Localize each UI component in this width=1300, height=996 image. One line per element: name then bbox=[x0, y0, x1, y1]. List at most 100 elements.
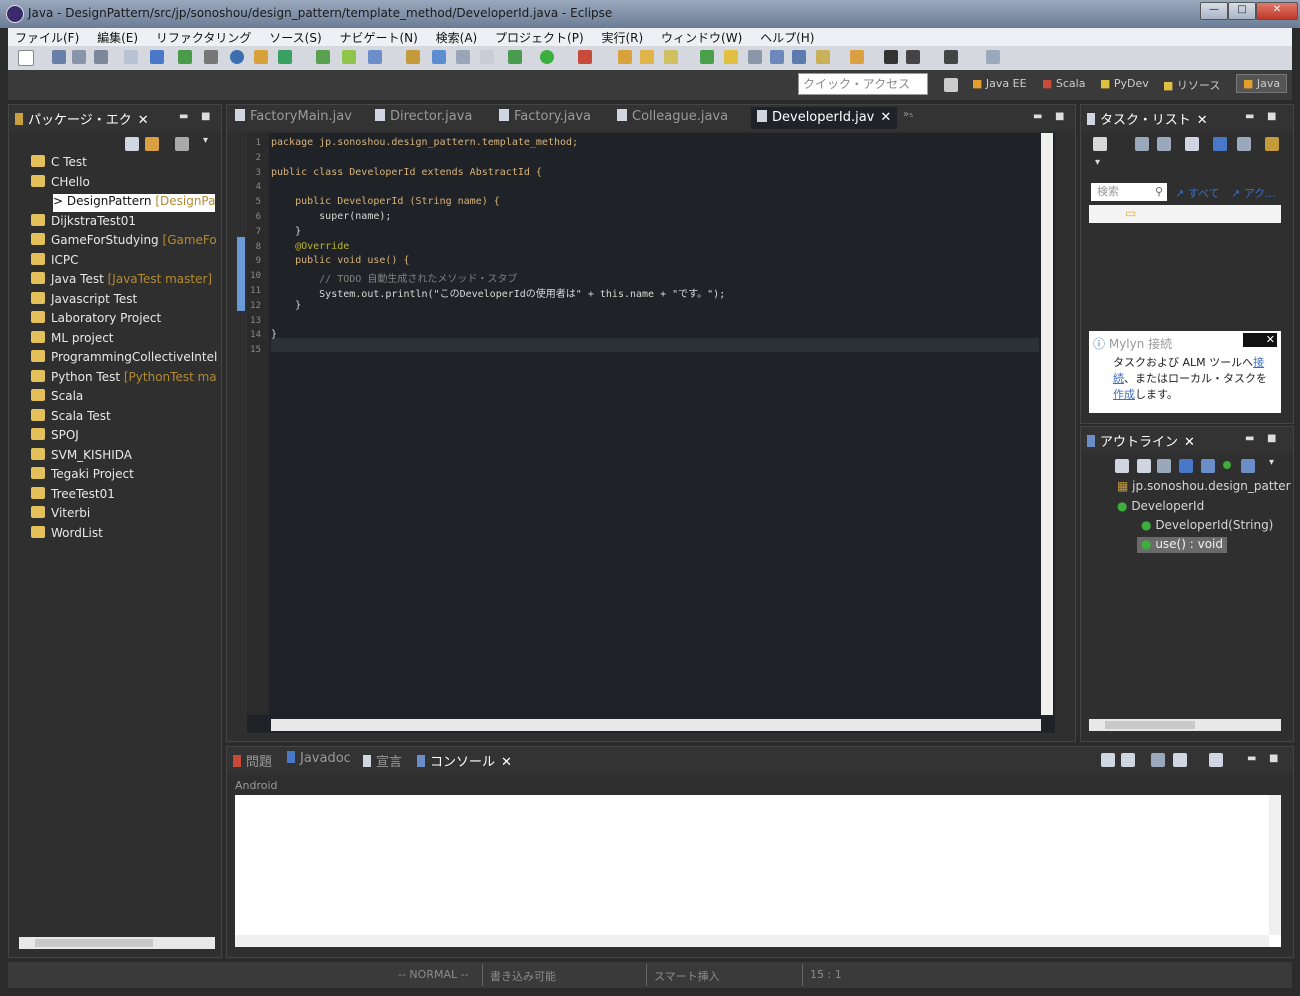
close-icon[interactable]: ✕ bbox=[501, 755, 512, 770]
code-line[interactable]: @Override bbox=[271, 241, 349, 252]
maximize-icon[interactable]: ■ bbox=[1269, 753, 1278, 764]
collapse-all-icon[interactable] bbox=[1115, 459, 1129, 473]
package-icon[interactable] bbox=[316, 50, 330, 64]
display-console-icon[interactable] bbox=[1173, 753, 1187, 767]
filter-active-link[interactable]: ↗ アク... bbox=[1231, 185, 1276, 201]
collapse-all-icon[interactable] bbox=[125, 137, 139, 151]
tab-factorymain[interactable]: FactoryMain.jav bbox=[235, 109, 352, 129]
perspective-scala[interactable]: ■ Scala bbox=[1042, 77, 1085, 90]
categorize-icon[interactable] bbox=[1135, 137, 1149, 151]
code-line[interactable]: } bbox=[271, 300, 301, 311]
outline-package[interactable]: ▦ jp.sonoshou.design_patter bbox=[1117, 479, 1291, 493]
tab-console[interactable]: コンソール ✕ bbox=[417, 751, 512, 771]
tab-task-list[interactable]: タスク・リスト ✕ bbox=[1087, 109, 1208, 129]
menu-help[interactable]: ヘルプ(H) bbox=[753, 28, 821, 47]
hscroll-thumb[interactable] bbox=[1105, 721, 1195, 729]
project-item[interactable]: DijkstraTest01 bbox=[31, 213, 136, 232]
open-folder-icon[interactable] bbox=[640, 50, 654, 64]
console-output[interactable] bbox=[235, 795, 1281, 947]
back-icon[interactable] bbox=[906, 50, 920, 64]
menu-navigate[interactable]: ナビゲート(N) bbox=[332, 28, 424, 47]
build-icon[interactable] bbox=[124, 50, 138, 64]
split-icon[interactable] bbox=[792, 50, 806, 64]
tab-developerid[interactable]: DeveloperId.jav ✕ bbox=[751, 107, 898, 129]
refresh-icon[interactable] bbox=[278, 50, 292, 64]
project-item[interactable]: Laboratory Project bbox=[31, 311, 161, 329]
task-list-row[interactable]: ▭ bbox=[1089, 205, 1281, 223]
view-menu-icon[interactable] bbox=[1265, 137, 1279, 151]
external-tools-icon[interactable] bbox=[578, 50, 592, 64]
maximize-button[interactable]: □ bbox=[1228, 2, 1256, 20]
menu-refactor[interactable]: リファクタリング bbox=[149, 28, 259, 47]
code-editor[interactable]: 1 2 3 4 5 6 7 8 9 10 11 12 13 14 15 package jp.sonosho… bbox=[237, 133, 1055, 733]
close-icon[interactable]: ✕ bbox=[1197, 113, 1208, 128]
debug-icon[interactable] bbox=[508, 50, 522, 64]
close-icon[interactable]: ✕ bbox=[1184, 435, 1195, 450]
hide-static-icon[interactable] bbox=[1179, 459, 1193, 473]
perspective-java-ee[interactable]: ■ Java EE bbox=[972, 77, 1027, 90]
target-icon[interactable] bbox=[230, 50, 244, 64]
maximize-icon[interactable]: ■ bbox=[201, 111, 210, 122]
clear-console-icon[interactable] bbox=[1101, 753, 1115, 767]
minimize-icon[interactable]: ▬ bbox=[1247, 753, 1256, 764]
hide-local-types-icon[interactable] bbox=[1223, 461, 1231, 469]
mylyn-create-link[interactable]: 作成 bbox=[1113, 388, 1135, 401]
code-line[interactable]: public DeveloperId (String name) { bbox=[271, 196, 500, 207]
project-item[interactable]: Scala Test bbox=[31, 408, 111, 427]
menu-project[interactable]: プロジェクト(P) bbox=[488, 28, 591, 47]
view-icon[interactable] bbox=[770, 50, 784, 64]
project-item[interactable]: SVM_KISHIDA bbox=[31, 447, 132, 466]
minimize-icon[interactable]: ▬ bbox=[1245, 433, 1254, 444]
tab-director[interactable]: Director.java bbox=[375, 109, 472, 129]
tab-javadoc[interactable]: Javadoc bbox=[287, 751, 351, 771]
sync-icon[interactable] bbox=[1213, 137, 1227, 151]
code-line[interactable]: super(name); bbox=[271, 211, 391, 222]
pin-console-icon[interactable] bbox=[1151, 753, 1165, 767]
project-item[interactable]: Scala bbox=[31, 389, 83, 407]
save-all-icon[interactable] bbox=[72, 50, 86, 64]
project-item[interactable]: ICPC bbox=[31, 252, 79, 271]
code-line[interactable]: public class DeveloperId extends Abstrac… bbox=[271, 167, 542, 178]
hide-nonpublic-icon[interactable] bbox=[1201, 459, 1215, 473]
bookmark-icon[interactable] bbox=[816, 50, 830, 64]
minimize-icon[interactable]: ▬ bbox=[1245, 111, 1254, 122]
outline-constructor[interactable]: ● DeveloperId(String) bbox=[1141, 518, 1273, 532]
project-item[interactable]: Java Test [JavaTest master] bbox=[31, 272, 212, 290]
grid-icon[interactable] bbox=[254, 50, 268, 64]
code-line[interactable]: } bbox=[271, 329, 277, 340]
next-annotation-icon[interactable] bbox=[700, 50, 714, 64]
sort-icon[interactable] bbox=[1137, 459, 1151, 473]
project-item[interactable]: ProgrammingCollectiveIntelli bbox=[31, 350, 217, 368]
filter-all-link[interactable]: ↗ すべて bbox=[1175, 185, 1220, 201]
link-icon[interactable] bbox=[1241, 459, 1255, 473]
editor-hscrollbar[interactable] bbox=[271, 719, 1041, 731]
tab-colleague[interactable]: Colleague.java bbox=[617, 109, 728, 129]
project-item[interactable]: ML project bbox=[31, 330, 114, 349]
project-item[interactable]: SPOJ bbox=[31, 428, 79, 446]
menu-edit[interactable]: 編集(E) bbox=[90, 28, 145, 47]
close-icon[interactable]: ✕ bbox=[1243, 333, 1277, 347]
chevron-down-icon[interactable]: ▾ bbox=[1269, 457, 1274, 468]
schedule-icon[interactable] bbox=[1157, 137, 1171, 151]
chevron-down-icon[interactable]: ▾ bbox=[203, 135, 208, 146]
code-line[interactable]: public void use() { bbox=[271, 255, 409, 266]
print-icon[interactable] bbox=[94, 50, 108, 64]
menu-window[interactable]: ウィンドウ(W) bbox=[654, 28, 749, 47]
menu-search[interactable]: 検索(A) bbox=[429, 28, 485, 47]
menu-source[interactable]: ソース(S) bbox=[262, 28, 328, 47]
perspective-resource[interactable]: ■ リソース bbox=[1163, 77, 1220, 93]
outline-hscrollbar[interactable] bbox=[1089, 719, 1281, 731]
perspective-pydev[interactable]: ■ PyDev bbox=[1100, 77, 1149, 90]
new-icon[interactable] bbox=[18, 50, 34, 66]
hide-fields-icon[interactable] bbox=[1157, 459, 1171, 473]
chevron-down-icon[interactable]: ▾ bbox=[1095, 157, 1100, 168]
view-menu-icon[interactable] bbox=[175, 137, 189, 151]
interface-icon[interactable] bbox=[368, 50, 382, 64]
open-perspective-icon[interactable] bbox=[944, 78, 958, 92]
hscroll-thumb[interactable] bbox=[35, 939, 153, 947]
open-console-icon[interactable] bbox=[1209, 753, 1223, 767]
collapse-all-icon[interactable] bbox=[1237, 137, 1251, 151]
tab-factory[interactable]: Factory.java bbox=[499, 109, 591, 129]
settings-icon[interactable] bbox=[150, 50, 164, 64]
task-search-input[interactable]: 検索 ⚲ bbox=[1091, 183, 1167, 201]
